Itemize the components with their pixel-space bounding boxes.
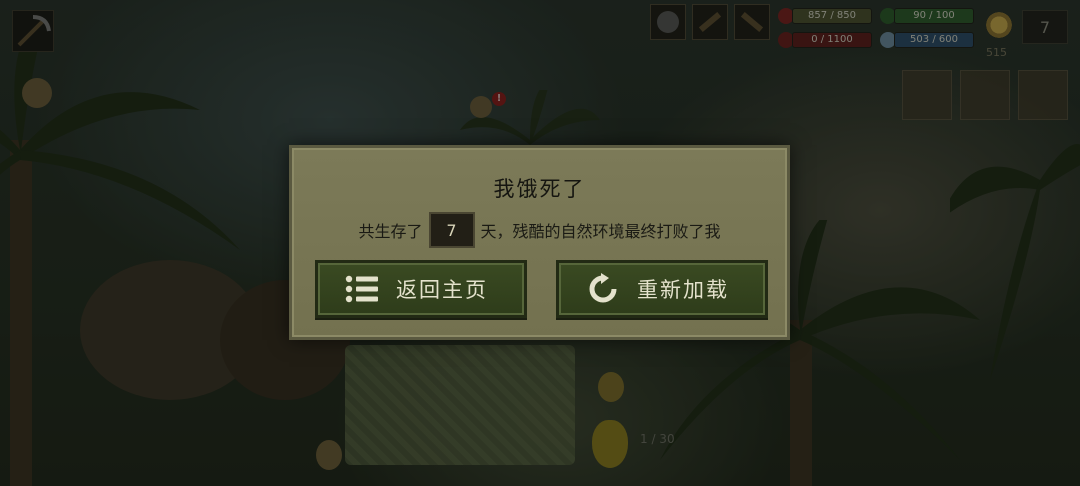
dialog-title: 我饿死了 — [493, 177, 586, 201]
survival-message: 共生存了 7 天，残酷的自然环境最终打败了我 — [292, 212, 787, 248]
reload-label: 重新加载 — [637, 278, 729, 302]
message-prefix: 共生存了 — [358, 222, 423, 241]
return-home-button[interactable]: 返回主页 — [315, 260, 527, 318]
message-suffix: 天，残酷的自然环境最终打败了我 — [480, 222, 721, 241]
death-dialog: 我饿死了 共生存了 7 天，残酷的自然环境最终打败了我 返回主页 重新加载 — [289, 145, 790, 340]
reload-button[interactable]: 重新加载 — [556, 260, 768, 318]
days-survived: 7 — [428, 212, 475, 248]
refresh-icon — [585, 271, 621, 307]
list-icon — [344, 271, 380, 307]
return-home-label: 返回主页 — [396, 278, 488, 302]
